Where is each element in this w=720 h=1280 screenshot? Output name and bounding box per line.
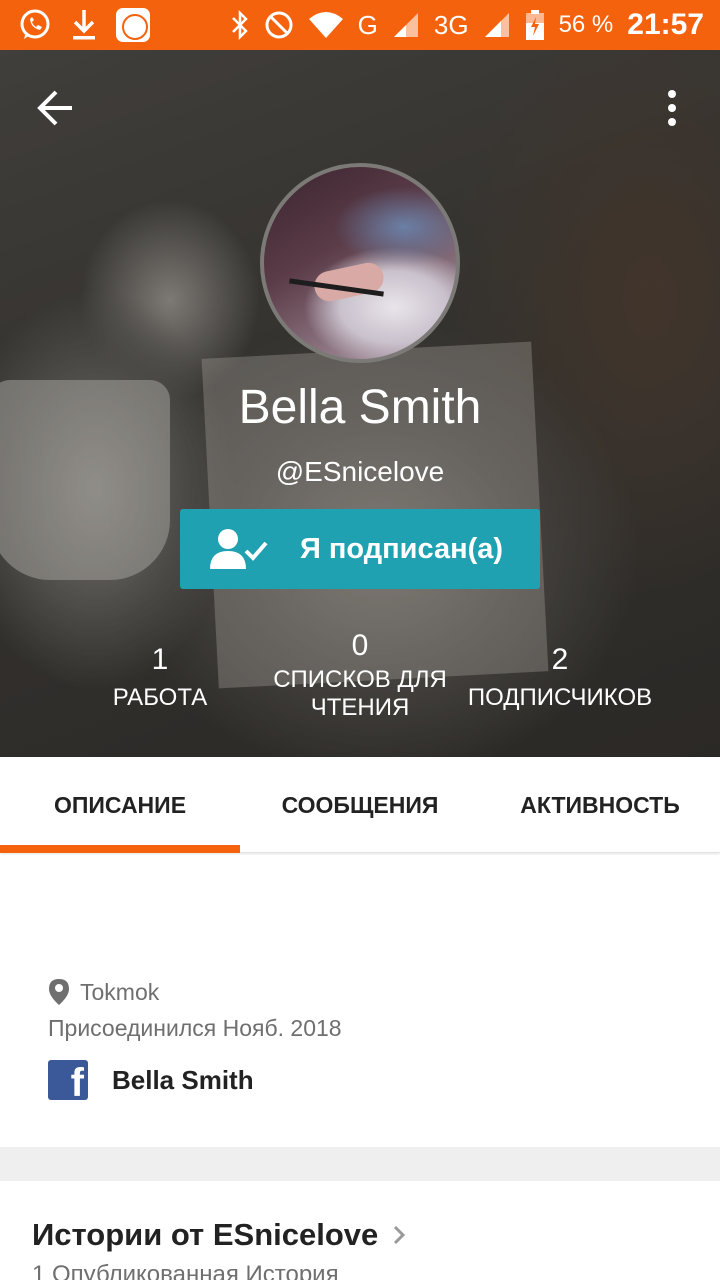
battery-icon [525,10,544,40]
tab-description[interactable]: ОПИСАНИЕ [0,757,240,853]
battery-percent: 56 % [558,11,614,38]
facebook-link[interactable]: f Bella Smith [48,1060,254,1100]
location-row: Tokmok [48,978,159,1006]
stories-section[interactable]: Истории от ESnicelove 1 Опубликованная И… [0,1181,720,1280]
profile-stats: 1 РАБОТА 0 СПИСКОВ ДЛЯ ЧТЕНИЯ 2 ПОДПИСЧИ… [0,629,720,750]
user-check-icon [210,529,268,569]
profile-tabs: ОПИСАНИЕ СООБЩЕНИЯ АКТИВНОСТЬ [0,757,720,853]
following-button[interactable]: Я подписан(а) [180,509,540,589]
status-bar: G 3G 56 % 21:57 [0,0,720,50]
following-button-label: Я подписан(а) [300,533,504,565]
facebook-name: Bella Smith [112,1064,254,1095]
avatar [260,163,460,363]
location-text: Tokmok [80,978,160,1005]
signal-icon [484,13,509,37]
network-3g-label: 3G [433,9,469,40]
active-tab-indicator [0,845,240,853]
stories-count: 1 Опубликованная История [32,1261,339,1280]
bluetooth-icon [231,10,248,40]
tab-messages[interactable]: СООБЩЕНИЯ [240,757,480,853]
stories-title: Истории от ESnicelove [32,1217,379,1252]
network-g-label: G [357,9,378,40]
profile-handle: @ESnicelove [275,456,445,487]
stat-reading-lists-value: 0 [351,629,369,662]
dnd-icon [265,11,293,39]
clock: 21:57 [627,8,704,41]
stat-works[interactable]: 1 РАБОТА [50,642,270,712]
chevron-right-icon [394,1225,406,1245]
mi-icon [116,8,150,42]
download-icon [73,10,95,40]
wifi-icon [308,12,343,38]
stat-followers-label: ПОДПИСЧИКОВ [467,684,653,711]
facebook-icon: f [48,1060,88,1100]
back-arrow-icon[interactable] [36,88,76,128]
stat-reading-lists[interactable]: 0 СПИСКОВ ДЛЯ ЧТЕНИЯ [250,628,470,722]
stat-reading-lists-label-line1: СПИСКОВ ДЛЯ [273,666,447,693]
stat-works-label: РАБОТА [112,684,208,711]
stat-works-value: 1 [151,643,169,676]
stories-title-row[interactable]: Истории от ESnicelove [32,1217,406,1253]
joined-date: Присоединился Нояб. 2018 [48,1015,342,1041]
tab-activity[interactable]: АКТИВНОСТЬ [480,757,720,853]
stat-followers[interactable]: 2 ПОДПИСЧИКОВ [450,642,670,712]
signal-icon [393,13,418,37]
more-options-icon[interactable] [660,88,684,128]
whatsapp-icon [20,9,50,39]
profile-name: Bella Smith [238,381,482,434]
stat-followers-value: 2 [551,643,569,676]
location-pin-icon [49,979,69,1005]
stat-reading-lists-label-line2: ЧТЕНИЯ [310,694,410,721]
profile-header: Bella Smith @ESnicelove Я подписан(а) 1 … [0,50,720,757]
description-section: Tokmok Присоединился Нояб. 2018 f Bella … [0,855,720,1147]
section-divider [0,1147,720,1181]
